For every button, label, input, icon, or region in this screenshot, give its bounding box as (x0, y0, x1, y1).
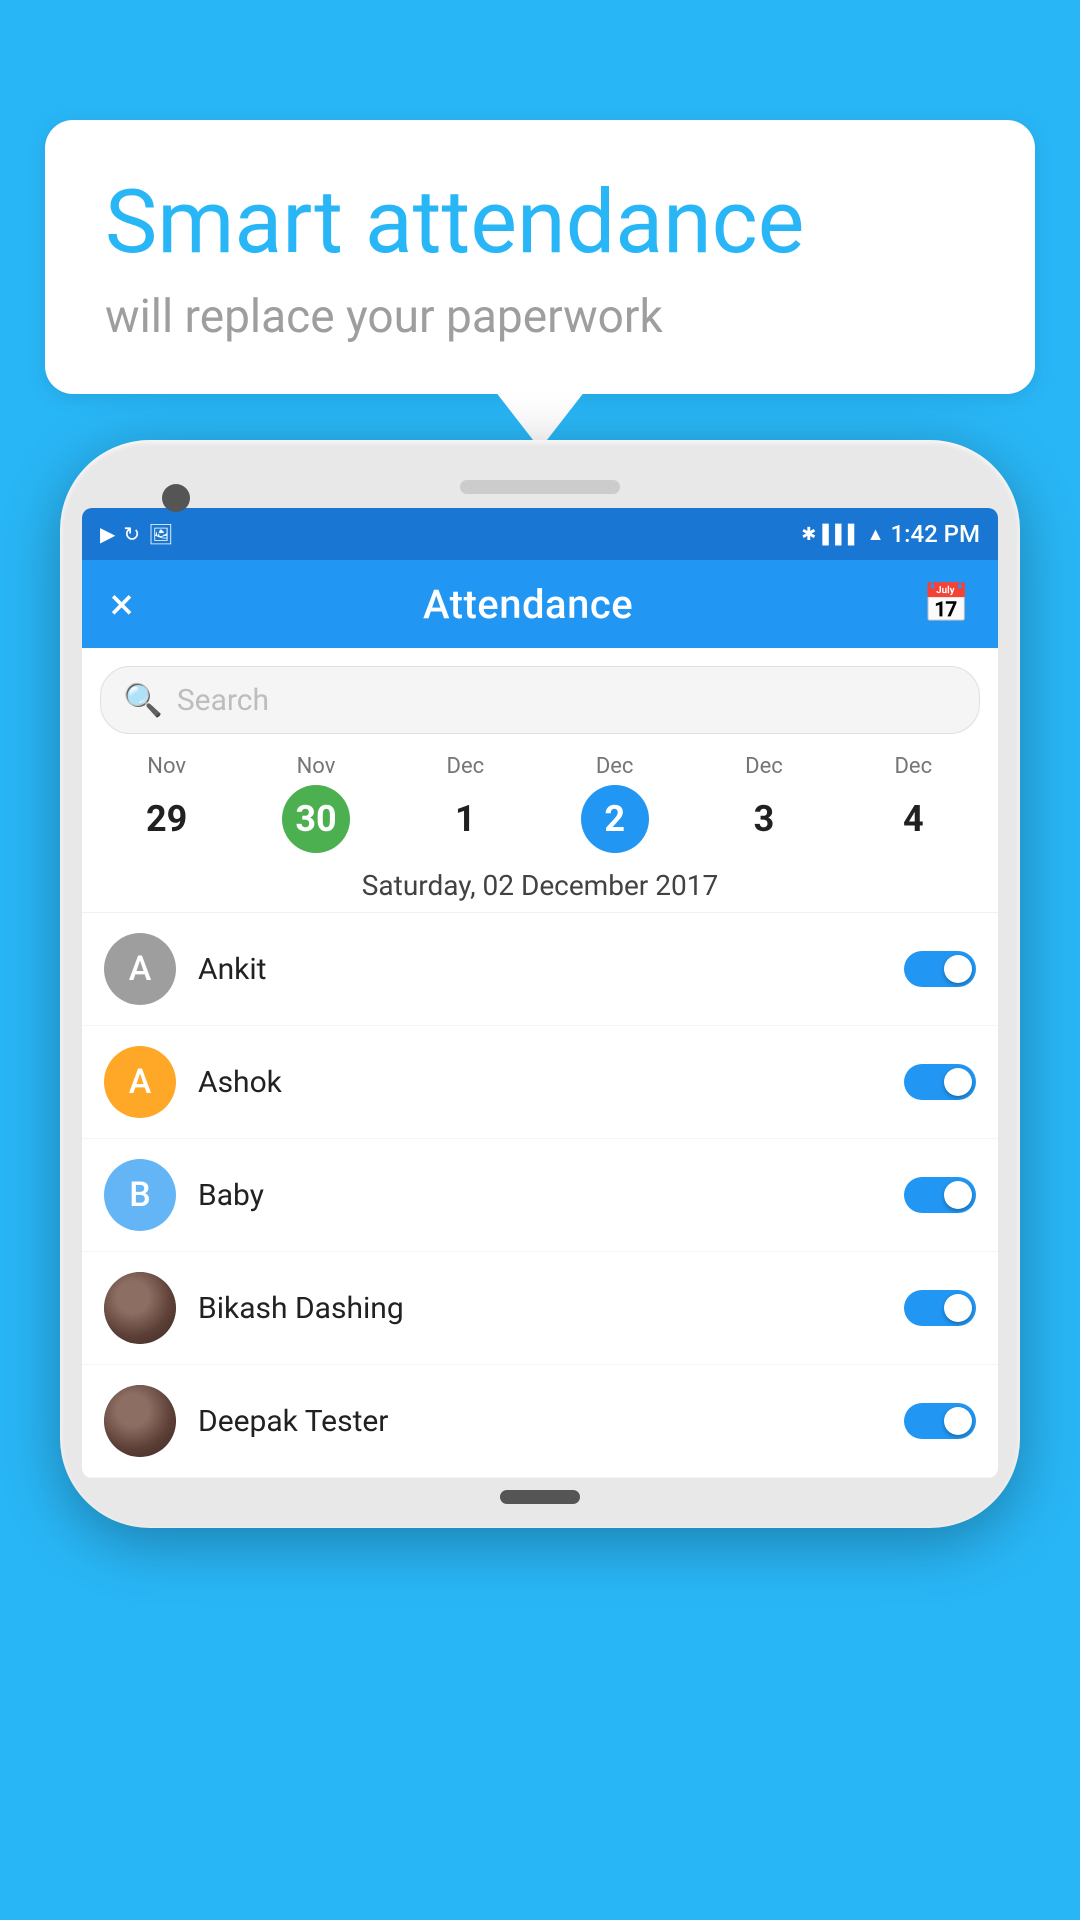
date-item-2[interactable]: Dec 2 (565, 754, 665, 853)
date-number[interactable]: 29 (133, 785, 201, 853)
avatar-ankit: A (104, 933, 176, 1005)
home-indicator (500, 1490, 580, 1504)
search-icon: 🔍 (123, 681, 163, 719)
toggle-baby[interactable] (904, 1177, 976, 1213)
bluetooth-icon: ✱ (801, 524, 816, 545)
person-name-deepak: Deepak Tester (198, 1404, 904, 1439)
date-strip: Nov 29 Nov 30 Dec 1 Dec 2 Dec 3 Dec 4 (82, 744, 998, 853)
person-name-ashok: Ashok (198, 1065, 904, 1100)
date-month: Dec (894, 754, 932, 779)
date-item-30[interactable]: Nov 30 (266, 754, 366, 853)
play-icon: ▶ (100, 522, 115, 546)
date-month: Dec (596, 754, 634, 779)
phone-bottom (82, 1478, 998, 1506)
date-number[interactable]: 2 (581, 785, 649, 853)
date-item-4[interactable]: Dec 4 (863, 754, 963, 853)
status-icons-right: ✱ ▌▌▌ ▲ 1:42 PM (801, 520, 980, 548)
avatar-deepak (104, 1385, 176, 1457)
toggle-ankit[interactable] (904, 951, 976, 987)
person-item-ashok: A Ashok (82, 1026, 998, 1139)
status-icons-left: ▶ ↻ 🖼 (100, 522, 174, 546)
search-placeholder: Search (177, 683, 269, 718)
phone-screen: ▶ ↻ 🖼 ✱ ▌▌▌ ▲ 1:42 PM × Attendance 📅 (82, 508, 998, 1478)
sync-icon: ↻ (123, 522, 140, 546)
phone-mockup: ▶ ↻ 🖼 ✱ ▌▌▌ ▲ 1:42 PM × Attendance 📅 (60, 440, 1020, 1920)
date-number[interactable]: 4 (879, 785, 947, 853)
avatar-photo-inner (104, 1385, 176, 1457)
person-item-ankit: A Ankit (82, 913, 998, 1026)
search-bar[interactable]: 🔍 Search (100, 666, 980, 734)
avatar-baby: B (104, 1159, 176, 1231)
avatar-ashok: A (104, 1046, 176, 1118)
date-month: Dec (447, 754, 485, 779)
status-bar: ▶ ↻ 🖼 ✱ ▌▌▌ ▲ 1:42 PM (82, 508, 998, 560)
person-item-deepak: Deepak Tester (82, 1365, 998, 1478)
person-list: A Ankit A Ashok B Baby Bikash Dashing Deepak Te… (82, 913, 998, 1478)
date-month: Nov (297, 754, 336, 779)
date-item-29[interactable]: Nov 29 (117, 754, 217, 853)
bubble-title: Smart attendance (105, 175, 975, 272)
image-icon: 🖼 (148, 522, 173, 546)
date-month: Dec (745, 754, 783, 779)
status-time: 1:42 PM (890, 520, 980, 548)
person-item-baby: B Baby (82, 1139, 998, 1252)
date-number[interactable]: 1 (431, 785, 499, 853)
person-name-bikash: Bikash Dashing (198, 1291, 904, 1326)
avatar-photo-inner (104, 1272, 176, 1344)
person-name-baby: Baby (198, 1178, 904, 1213)
speech-bubble: Smart attendance will replace your paper… (45, 120, 1035, 394)
date-item-3[interactable]: Dec 3 (714, 754, 814, 853)
phone-speaker (460, 480, 620, 494)
calendar-button[interactable]: 📅 (923, 582, 970, 626)
person-item-bikash: Bikash Dashing (82, 1252, 998, 1365)
date-item-1[interactable]: Dec 1 (415, 754, 515, 853)
person-name-ankit: Ankit (198, 952, 904, 987)
bubble-subtitle: will replace your paperwork (105, 290, 975, 344)
close-button[interactable]: × (110, 582, 133, 626)
phone-top (82, 462, 998, 508)
header-title: Attendance (423, 581, 633, 628)
avatar-bikash (104, 1272, 176, 1344)
date-number[interactable]: 3 (730, 785, 798, 853)
wifi-icon: ▲ (867, 524, 885, 545)
signal-icon: ▌▌▌ (822, 524, 860, 545)
toggle-ashok[interactable] (904, 1064, 976, 1100)
app-header: × Attendance 📅 (82, 560, 998, 648)
selected-date-label: Saturday, 02 December 2017 (82, 853, 998, 913)
date-number[interactable]: 30 (282, 785, 350, 853)
toggle-bikash[interactable] (904, 1290, 976, 1326)
toggle-deepak[interactable] (904, 1403, 976, 1439)
date-month: Nov (147, 754, 186, 779)
phone-camera (162, 484, 190, 512)
